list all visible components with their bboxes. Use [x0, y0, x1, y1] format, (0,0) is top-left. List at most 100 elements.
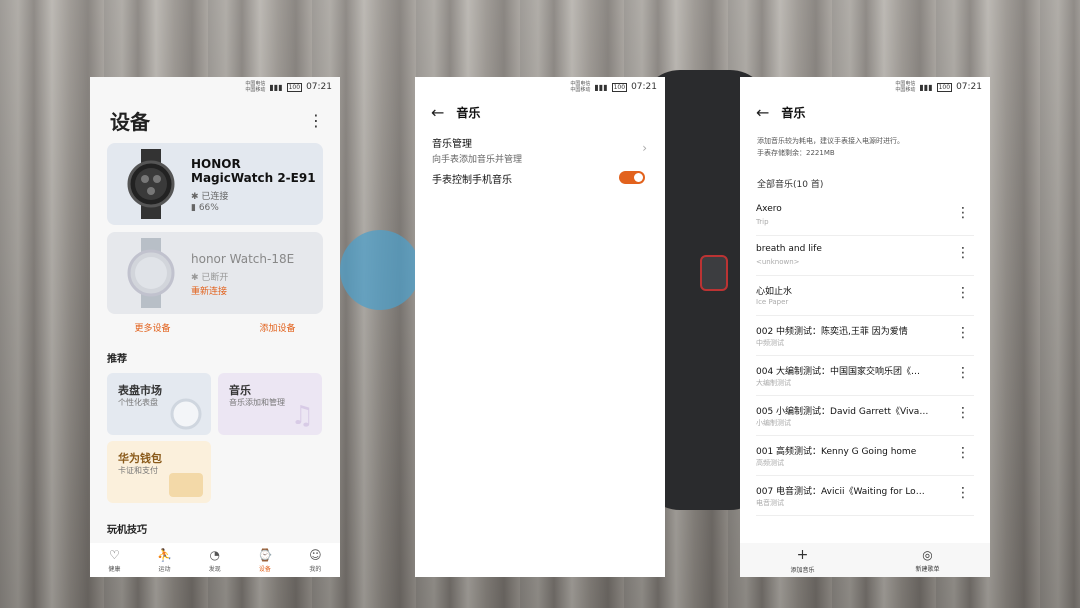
bluetooth-icon: ✱ [191, 273, 199, 283]
bottom-action-bar: + 添加音乐 ◎ 新建歌单 [740, 543, 990, 577]
song-row[interactable]: 005 小编制测试：David Garrett《Viva… 小编制测试 ⋮ [756, 396, 974, 436]
device-card-magicwatch[interactable]: HONOR MagicWatch 2-E91 ✱ 已连接 ▮ 66% [107, 143, 323, 225]
song-row[interactable]: breath and life <unknown> ⋮ [756, 236, 974, 276]
tile-title: 表盘市场 [118, 384, 162, 397]
back-arrow-icon[interactable]: ← [756, 103, 769, 122]
device-battery: ▮ 66% [191, 203, 219, 213]
song-artist: 大编制测试 [756, 379, 791, 387]
back-arrow-icon[interactable]: ← [431, 103, 444, 122]
page-header: 设备 ⋮ [90, 97, 340, 135]
more-options-icon[interactable]: ⋮ [308, 111, 324, 130]
tab-health[interactable]: ♡ 健康 [108, 548, 120, 573]
watch-image-icon [127, 238, 175, 308]
bluetooth-icon: ✱ [191, 192, 199, 202]
tile-huawei-wallet[interactable]: 华为钱包 卡证和支付 [107, 441, 211, 503]
nav-bar: ← 音乐 [415, 97, 665, 127]
tile-subtitle: 个性化表盘 [118, 398, 158, 407]
nav-bar: ← 音乐 [740, 97, 990, 127]
tab-me[interactable]: ☺ 我的 [309, 548, 322, 573]
device-card-watch18e[interactable]: honor Watch-18E ✱ 已断开 重新连接 [107, 232, 323, 314]
music-manage-row[interactable]: 音乐管理 向手表添加音乐并管理 › [415, 135, 665, 167]
tile-title: 音乐 [229, 384, 251, 397]
song-row[interactable]: 004 大编制测试：中国国家交响乐团《… 大编制测试 ⋮ [756, 356, 974, 396]
status-time: 07:21 [306, 82, 332, 92]
song-row[interactable]: 心如止水 Ice Paper ⋮ [756, 276, 974, 316]
music-settings-screen: 中国电信 中国移动 ▮▮▮ 100 07:21 ← 音乐 音乐管理 向手表添加音乐… [415, 77, 665, 577]
device-name: honor Watch-18E [191, 252, 295, 266]
discover-icon: ◔ [209, 547, 220, 562]
bottom-tab-bar: ♡ 健康 ⛹ 运动 ◔ 发现 ⌚ 设备 ☺ 我的 [90, 543, 340, 577]
more-options-icon[interactable]: ⋮ [956, 205, 970, 221]
devices-screen: 中国电信 中国移动 ▮▮▮ 100 07:21 设备 ⋮ HONOR MagicW… [90, 77, 340, 577]
recommend-section-title: 推荐 [107, 354, 127, 365]
carrier-label: 中国电信 中国移动 [895, 81, 916, 93]
tile-music[interactable]: 音乐 音乐添加和管理 ♫ [218, 373, 322, 435]
tab-sports[interactable]: ⛹ 运动 [157, 548, 172, 573]
watch-control-toggle[interactable] [619, 171, 645, 184]
watch-image-icon [127, 149, 175, 219]
song-artist: 小编制测试 [756, 419, 791, 427]
song-title: 002 中频测试：陈奕迅,王菲 因为爱情 [756, 327, 908, 337]
tile-subtitle: 卡证和支付 [118, 466, 158, 475]
tab-devices[interactable]: ⌚ 设备 [257, 548, 272, 573]
signal-icon: ▮▮▮ [269, 82, 283, 92]
status-bar: 中国电信 中国移动 ▮▮▮ 100 07:21 [415, 77, 665, 97]
signal-icon: ▮▮▮ [594, 82, 608, 92]
watch-control-row: 手表控制手机音乐 [415, 171, 665, 191]
status-time: 07:21 [956, 82, 982, 92]
more-devices-link[interactable]: 更多设备 [134, 321, 170, 334]
more-options-icon[interactable]: ⋮ [956, 285, 970, 301]
storage-note: 添加音乐较为耗电，建议手表接入电源时进行。 手表存储剩余：2221MB [740, 135, 990, 159]
song-title: 005 小编制测试：David Garrett《Viva… [756, 407, 929, 417]
battery-icon: ▮ [191, 203, 196, 213]
song-title: 007 电音测试：Avicii《Waiting for Lo… [756, 487, 925, 497]
battery-indicator: 100 [936, 82, 953, 92]
song-row[interactable]: 007 电音测试：Avicii《Waiting for Lo… 电音测试 ⋮ [756, 476, 974, 516]
storage-remaining: 手表存储剩余：2221MB [757, 149, 835, 157]
battery-indicator: 100 [286, 82, 303, 92]
more-options-icon[interactable]: ⋮ [956, 485, 970, 501]
status-time: 07:21 [631, 82, 657, 92]
chevron-right-icon: › [642, 141, 647, 155]
tab-discover[interactable]: ◔ 发现 [209, 548, 221, 573]
song-artist: Ice Paper [756, 298, 789, 306]
new-playlist-button[interactable]: ◎ 新建歌单 [915, 548, 939, 573]
song-row[interactable]: 002 中频测试：陈奕迅,王菲 因为爱情 中频测试 ⋮ [756, 316, 974, 356]
song-artist: Trip [756, 218, 769, 226]
more-options-icon[interactable]: ⋮ [956, 445, 970, 461]
carrier-label: 中国电信 中国移动 [570, 81, 591, 93]
add-music-button[interactable]: + 添加音乐 [790, 547, 814, 574]
watch-face-icon [170, 398, 202, 430]
song-row[interactable]: 001 高频测试：Kenny G Going home 高频测试 ⋮ [756, 436, 974, 476]
song-title: 004 大编制测试：中国国家交响乐团《… [756, 367, 921, 377]
wallet-icon [169, 473, 203, 497]
tile-subtitle: 音乐添加和管理 [229, 398, 285, 407]
row-title: 音乐管理 [432, 139, 472, 150]
device-connection-status: ✱ 已连接 [191, 192, 229, 202]
all-music-title: 全部音乐(10 首) [757, 180, 824, 190]
song-list: Axero Trip ⋮ breath and life <unknown> ⋮ 心如止水 I… [740, 196, 990, 516]
reconnect-link[interactable]: 重新连接 [191, 284, 227, 297]
song-artist: 电音测试 [756, 499, 784, 507]
song-artist: 中频测试 [756, 339, 784, 347]
song-artist: 高频测试 [756, 459, 784, 467]
battery-indicator: 100 [611, 82, 628, 92]
plus-icon: + [796, 546, 809, 563]
status-bar: 中国电信 中国移动 ▮▮▮ 100 07:21 [90, 77, 340, 97]
blue-toy-photo [340, 230, 420, 310]
song-row[interactable]: Axero Trip ⋮ [756, 196, 974, 236]
more-options-icon[interactable]: ⋮ [956, 245, 970, 261]
add-device-link[interactable]: 添加设备 [259, 321, 295, 334]
more-options-icon[interactable]: ⋮ [956, 405, 970, 421]
tile-watchface-market[interactable]: 表盘市场 个性化表盘 [107, 373, 211, 435]
signal-icon: ▮▮▮ [919, 82, 933, 92]
more-options-icon[interactable]: ⋮ [956, 365, 970, 381]
page-title: 设备 [110, 109, 150, 134]
device-links: 更多设备 添加设备 [90, 321, 340, 334]
music-list-screen: 中国电信 中国移动 ▮▮▮ 100 07:21 ← 音乐 添加音乐较为耗电，建议手… [740, 77, 990, 577]
person-icon: ☺ [309, 547, 322, 562]
carrier-label: 中国电信 中国移动 [245, 81, 266, 93]
playlist-icon: ◎ [922, 547, 933, 562]
heart-icon: ♡ [108, 547, 120, 562]
more-options-icon[interactable]: ⋮ [956, 325, 970, 341]
